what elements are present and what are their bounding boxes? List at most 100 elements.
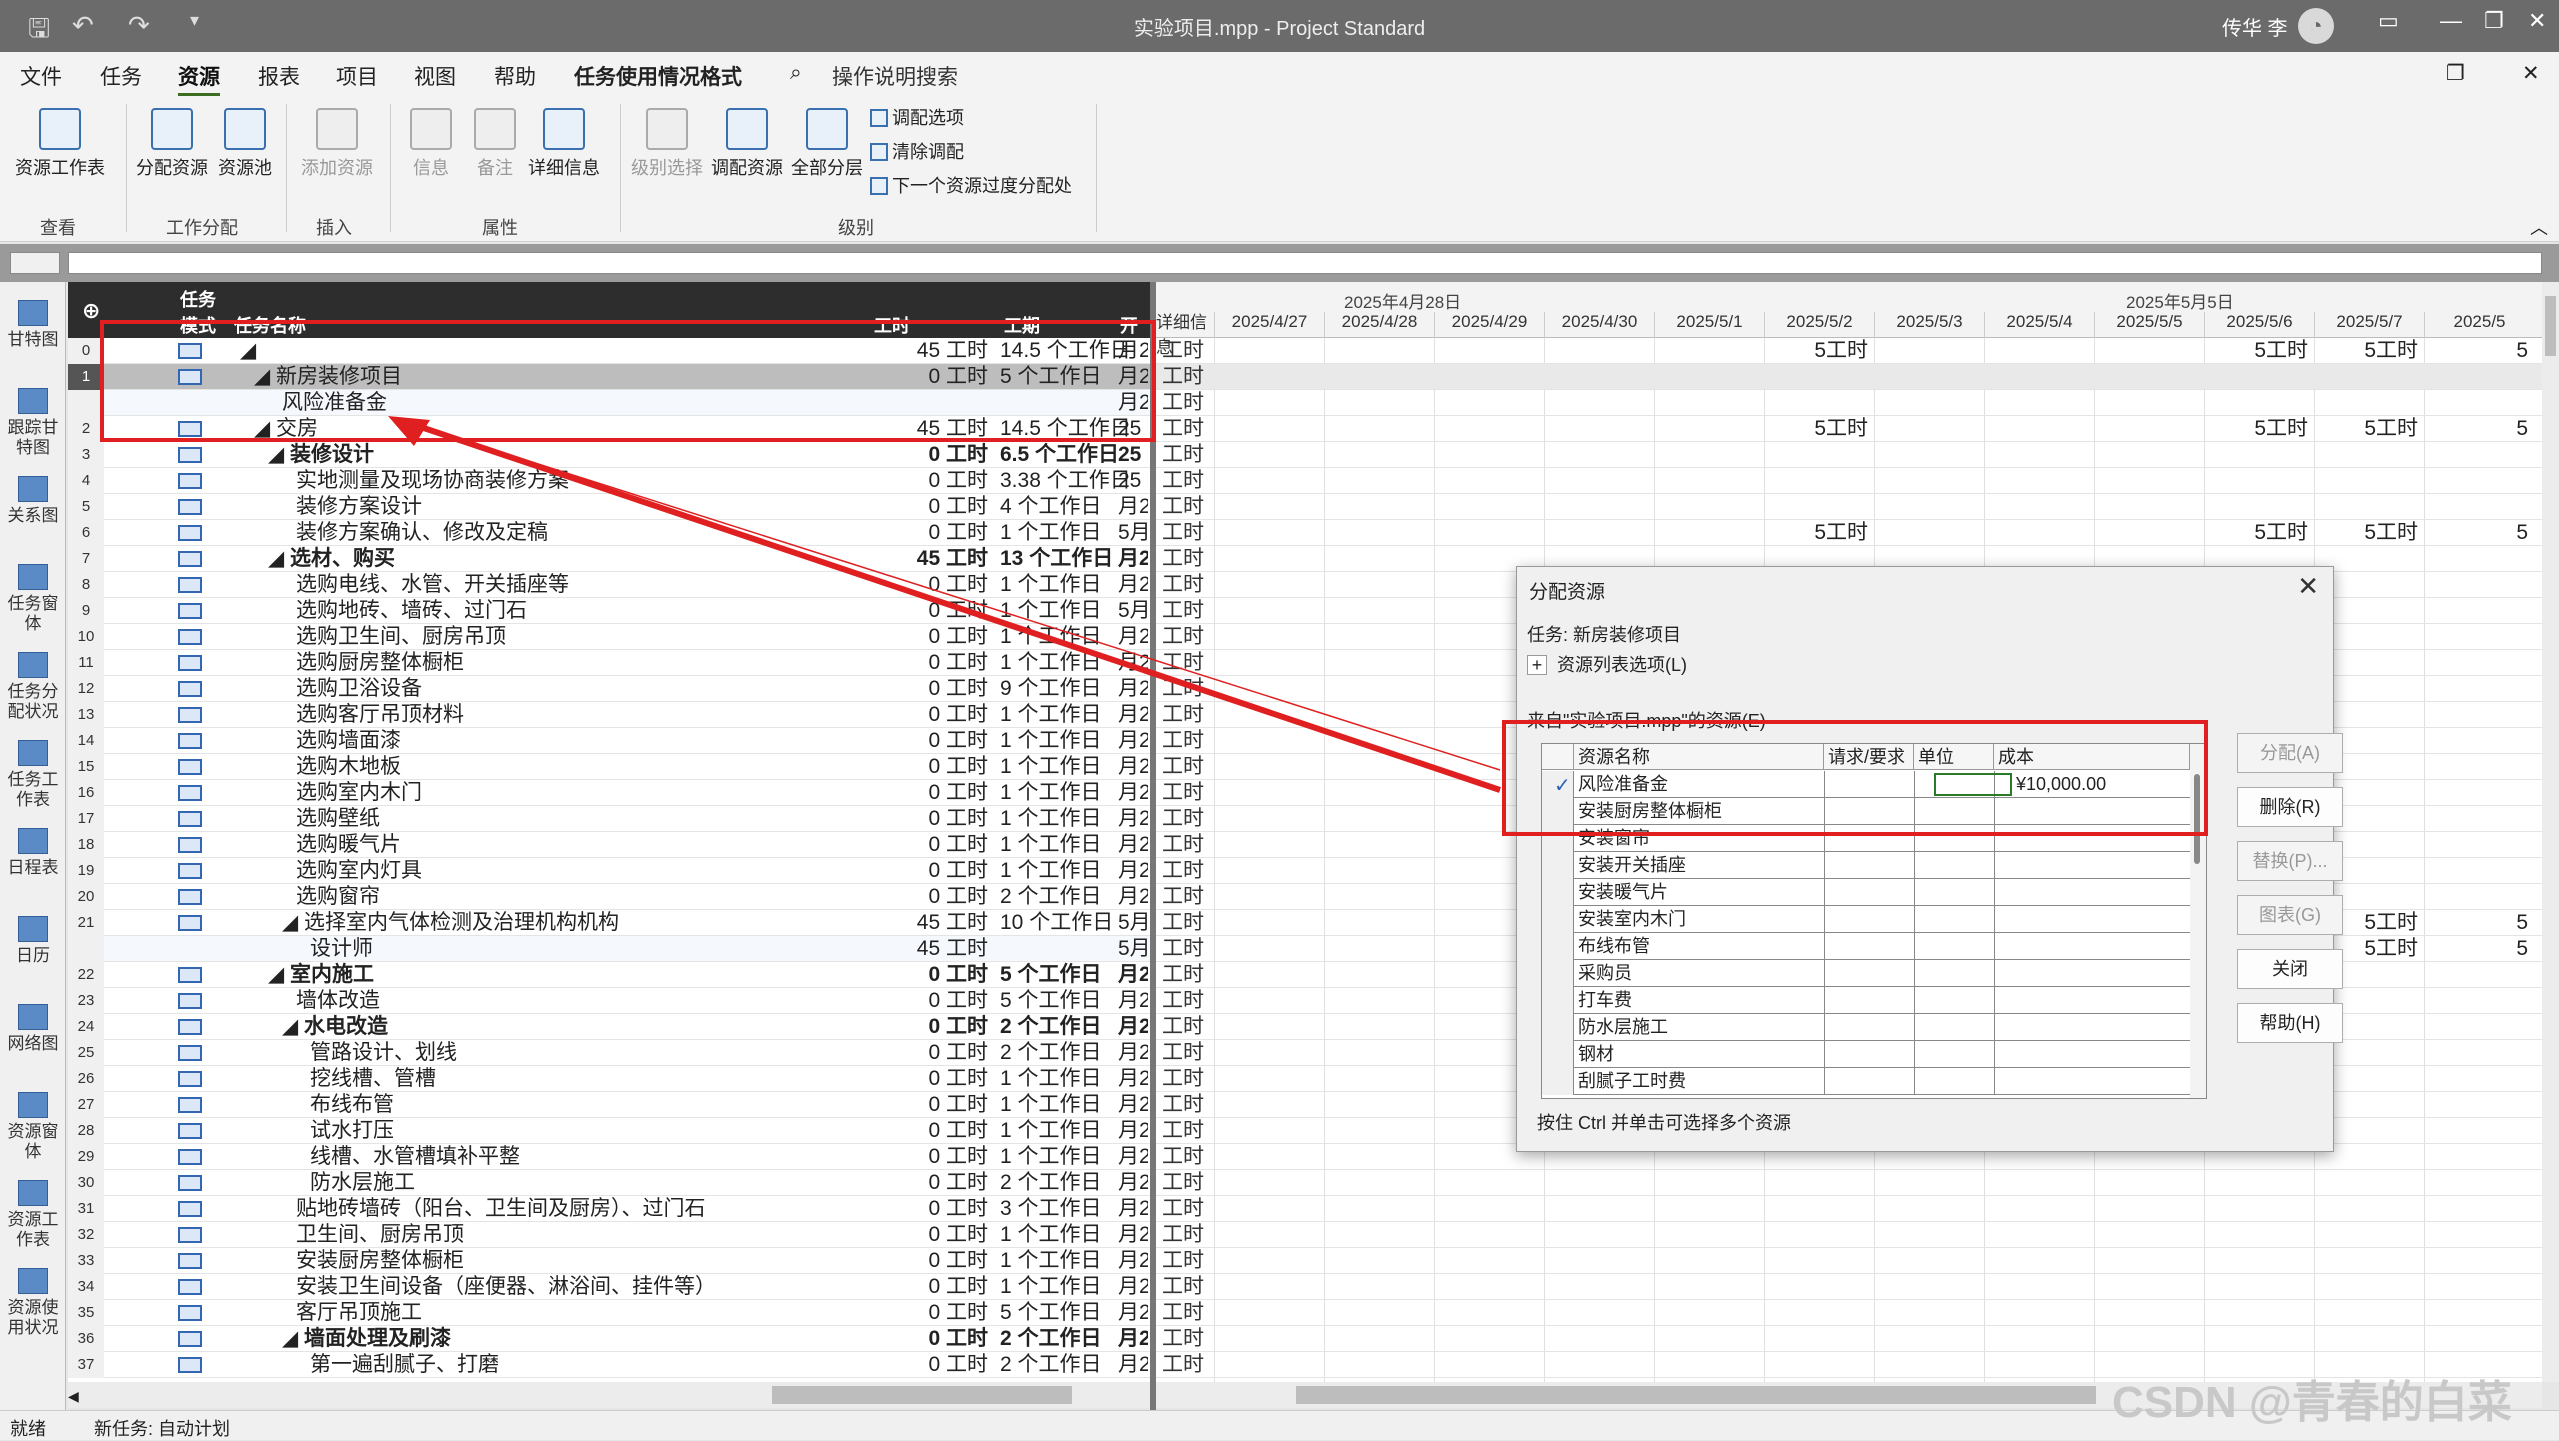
table-row[interactable]: 13 选购客厅吊顶材料 0 工时 1 个工作日 月2 [68, 702, 1150, 728]
level-selection-button[interactable]: 级别选择 [626, 108, 708, 180]
work-value[interactable]: 5 [2424, 910, 2534, 936]
resource-row[interactable]: 钢材 [1542, 1041, 2192, 1068]
table-row[interactable]: 23 墙体改造 0 工时 5 个工作日 月2 [68, 988, 1150, 1014]
clear-leveling-button[interactable]: 清除调配 [870, 138, 964, 164]
row-selector[interactable] [1542, 906, 1574, 933]
view-4[interactable]: 任务分配状况 [0, 652, 66, 722]
work-value[interactable]: 5 [2424, 416, 2534, 442]
view-6[interactable]: 日程表 [0, 828, 66, 878]
resource-list-options[interactable]: + 资源列表选项(L) [1527, 651, 1687, 677]
menu-file[interactable]: 文件 [20, 61, 62, 91]
table-row[interactable]: 5 装修方案设计 0 工时 4 个工作日 月2 [68, 494, 1150, 520]
table-row[interactable]: 19 选购室内灯具 0 工时 1 个工作日 月2 [68, 858, 1150, 884]
resource-row[interactable]: 防水层施工 [1542, 1014, 2192, 1041]
table-row[interactable]: 24 ◢ 水电改造 0 工时 2 个工作日 月2 [68, 1014, 1150, 1040]
table-row[interactable]: 17 选购壁纸 0 工时 1 个工作日 月2 [68, 806, 1150, 832]
table-row[interactable]: 28 试水打压 0 工时 1 个工作日 月2 [68, 1118, 1150, 1144]
row-selector[interactable] [1542, 852, 1574, 879]
work-value[interactable]: 5工时 [2314, 416, 2424, 442]
table-row[interactable]: 设计师 45 工时 5月 [68, 936, 1150, 962]
resource-row[interactable]: 安装开关插座 [1542, 852, 2192, 879]
entry-cancel-button[interactable] [10, 252, 60, 274]
table-row[interactable]: 6 装修方案确认、修改及定稿 0 工时 1 个工作日 5月 [68, 520, 1150, 546]
table-row[interactable]: 30 防水层施工 0 工时 2 个工作日 月2 [68, 1170, 1150, 1196]
view-7[interactable]: 日历 [0, 916, 66, 966]
work-value[interactable]: 5 [2424, 338, 2534, 364]
work-value[interactable]: 5工时 [2204, 338, 2314, 364]
table-row[interactable]: 22 ◢ 室内施工 0 工时 5 个工作日 月2 [68, 962, 1150, 988]
user-name[interactable]: 传华 李 [2222, 12, 2288, 41]
grid-hscrollbar[interactable]: ◀ [68, 1382, 1150, 1408]
row-selector[interactable] [1542, 879, 1574, 906]
table-row[interactable]: 12 选购卫浴设备 0 工时 9 个工作日 月2 [68, 676, 1150, 702]
table-row[interactable]: 31 贴地砖墙砖（阳台、卫生间及厨房）、过门石 0 工时 3 个工作日 月2 [68, 1196, 1150, 1222]
table-row[interactable]: 32 卫生间、厨房吊顶 0 工时 1 个工作日 月2 [68, 1222, 1150, 1248]
close-button[interactable]: 关闭 [2237, 949, 2343, 989]
scroll-left-icon[interactable]: ◀ [68, 1388, 79, 1405]
resource-row[interactable]: 打车费 [1542, 987, 2192, 1014]
view-5[interactable]: 任务工作表 [0, 740, 66, 810]
table-row[interactable]: 29 线槽、水管槽填补平整 0 工时 1 个工作日 月2 [68, 1144, 1150, 1170]
resource-row[interactable]: 安装室内木门 [1542, 906, 2192, 933]
work-value[interactable]: 5工时 [2314, 520, 2424, 546]
information-button[interactable]: 信息 [396, 108, 466, 180]
minimize-icon[interactable]: — [2440, 8, 2462, 34]
menu-task[interactable]: 任务 [100, 61, 142, 91]
assign-resources-button[interactable]: 分配资源 [132, 108, 212, 180]
table-row[interactable]: 4 实地测量及现场协商装修方案 0 工时 3.38 个工作日 25 [68, 468, 1150, 494]
view-9[interactable]: 资源窗体 [0, 1092, 66, 1162]
scroll-thumb[interactable] [1296, 1386, 2096, 1404]
level-resource-button[interactable]: 调配资源 [706, 108, 788, 180]
search-icon[interactable]: ⌕ [790, 61, 802, 85]
notes-button[interactable]: 备注 [460, 108, 530, 180]
menu-project[interactable]: 项目 [336, 61, 378, 91]
entry-input[interactable] [68, 252, 2542, 274]
table-row[interactable]: 3 ◢ 装修设计 0 工时 6.5 个工作日 25 [68, 442, 1150, 468]
ribbon-display-icon[interactable]: ▭ [2378, 8, 2399, 34]
resource-pool-button[interactable]: 资源池 [212, 108, 278, 180]
table-row[interactable]: 10 选购卫生间、厨房吊顶 0 工时 1 个工作日 月2 [68, 624, 1150, 650]
close-icon[interactable]: ✕ [2528, 8, 2546, 34]
add-resources-button[interactable]: 添加资源 [292, 108, 382, 180]
table-row[interactable]: 18 选购暖气片 0 工时 1 个工作日 月2 [68, 832, 1150, 858]
table-row[interactable]: 21 ◢ 选择室内气体检测及治理机构机构 45 工时 10 个工作日 5月 [68, 910, 1150, 936]
view-0[interactable]: 甘特图 [0, 300, 66, 350]
work-value[interactable]: 5工时 [2314, 338, 2424, 364]
row-selector[interactable] [1542, 960, 1574, 987]
replace-button[interactable]: 替换(P)... [2237, 841, 2343, 881]
table-row[interactable]: 34 安装卫生间设备（座便器、淋浴间、挂件等） 0 工时 1 个工作日 月2 [68, 1274, 1150, 1300]
next-overallocation-button[interactable]: 下一个资源过度分配处 [870, 172, 1072, 198]
resource-row[interactable]: 刮腻子工时费 [1542, 1068, 2192, 1095]
resource-sheet-button[interactable]: 资源工作表 [10, 108, 110, 180]
tell-me-search[interactable]: 操作说明搜索 [832, 61, 958, 91]
resource-row[interactable]: 布线布管 [1542, 933, 2192, 960]
table-row[interactable]: 7 ◢ 选材、购买 45 工时 13 个工作日 月2 [68, 546, 1150, 572]
help-button[interactable]: 帮助(H) [2237, 1003, 2343, 1043]
table-row[interactable]: 9 选购地砖、墙砖、过门石 0 工时 1 个工作日 5月 [68, 598, 1150, 624]
table-row[interactable]: 37 第一遍刮腻子、打磨 0 工时 2 个工作日 月2 [68, 1352, 1150, 1378]
work-value[interactable]: 5工时 [1764, 416, 1874, 442]
dialog-close-icon[interactable]: ✕ [2297, 571, 2319, 602]
level-all-button[interactable]: 全部分层 [786, 108, 868, 180]
resource-row[interactable]: 采购员 [1542, 960, 2192, 987]
info-column-icon[interactable]: ⊕ [82, 298, 100, 324]
work-value[interactable]: 5工时 [1764, 338, 1874, 364]
vscrollbar[interactable] [2542, 282, 2559, 1382]
row-selector[interactable] [1542, 1014, 1574, 1041]
row-selector[interactable] [1542, 987, 1574, 1014]
table-row[interactable]: 36 ◢ 墙面处理及刷漆 0 工时 2 个工作日 月2 [68, 1326, 1150, 1352]
row-selector[interactable] [1542, 933, 1574, 960]
avatar-icon[interactable]: ◔ [2298, 8, 2334, 44]
table-row[interactable]: 14 选购墙面漆 0 工时 1 个工作日 月2 [68, 728, 1150, 754]
view-11[interactable]: 资源使用状况 [0, 1268, 66, 1338]
table-row[interactable]: 35 客厅吊顶施工 0 工时 5 个工作日 月2 [68, 1300, 1150, 1326]
graphs-button[interactable]: 图表(G) [2237, 895, 2343, 935]
restore-icon[interactable]: ❐ [2484, 8, 2504, 34]
view-1[interactable]: 跟踪甘特图 [0, 388, 66, 458]
menu-view[interactable]: 视图 [414, 61, 456, 91]
table-row[interactable]: 8 选购电线、水管、开关插座等 0 工时 1 个工作日 月2 [68, 572, 1150, 598]
menu-help[interactable]: 帮助 [494, 61, 536, 91]
table-row[interactable]: 33 安装厨房整体橱柜 0 工时 1 个工作日 月2 [68, 1248, 1150, 1274]
remove-button[interactable]: 删除(R) [2237, 787, 2343, 827]
close-doc-icon[interactable]: ✕ [2522, 61, 2540, 86]
